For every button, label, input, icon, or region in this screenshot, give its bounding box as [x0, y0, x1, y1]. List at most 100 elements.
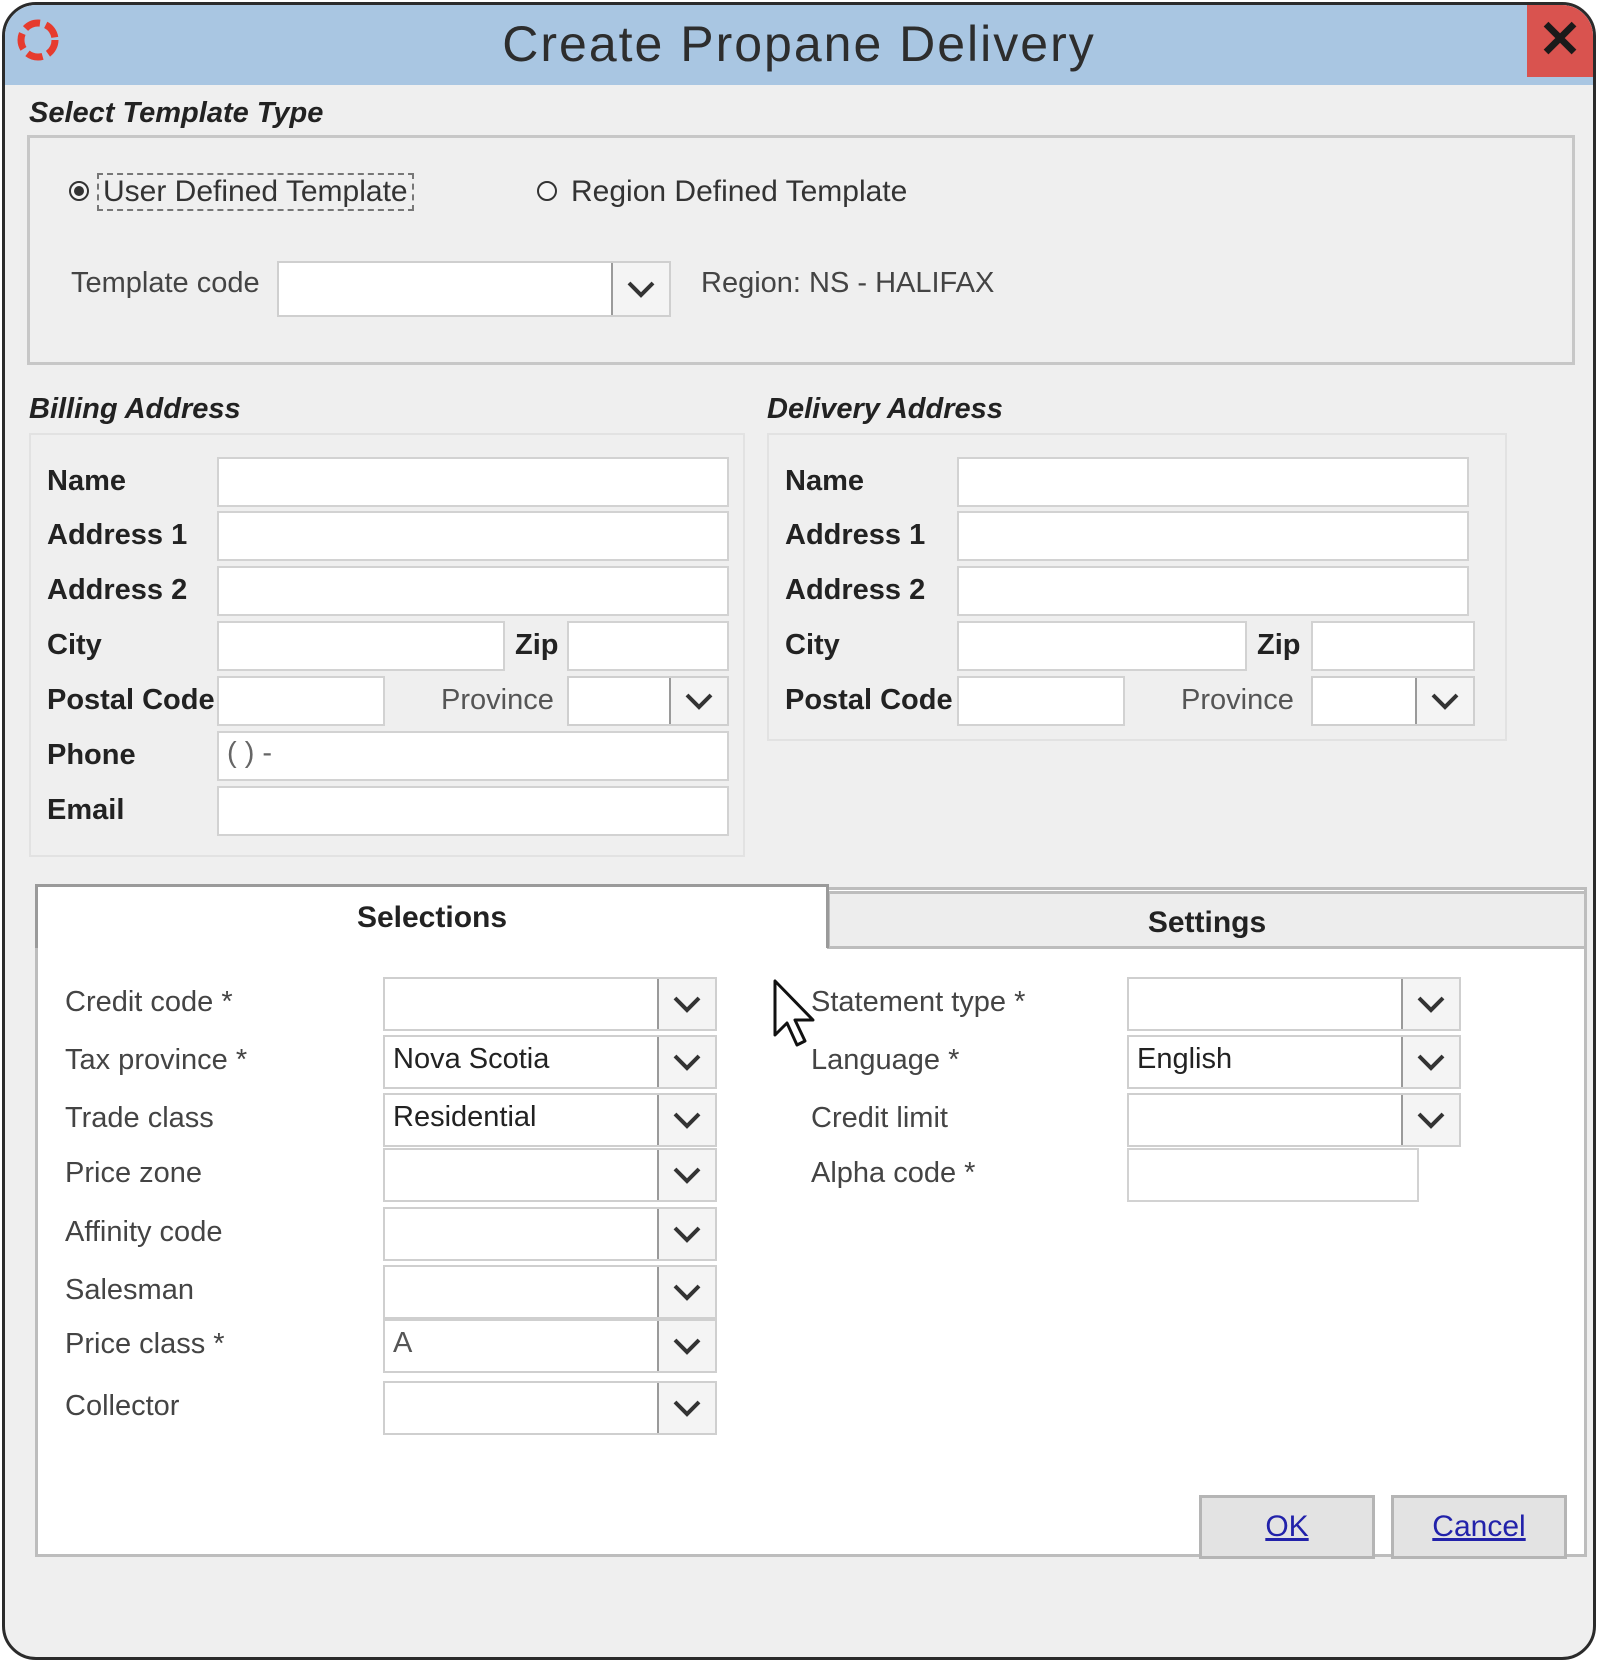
billing-address1-label: Address 1 — [47, 519, 188, 551]
mouse-cursor-icon — [773, 979, 815, 1047]
chevron-down-icon — [1417, 1054, 1445, 1071]
region-defined-radio[interactable] — [537, 181, 557, 201]
chevron-down-icon — [673, 1167, 701, 1184]
tax-province-label: Tax province * — [65, 1044, 248, 1076]
template-type-title: Select Template Type — [29, 97, 324, 129]
trade-class-dropdown[interactable]: Residential — [383, 1093, 717, 1147]
affinity-code-dropdown[interactable] — [383, 1207, 717, 1261]
region-defined-label[interactable]: Region Defined Template — [571, 175, 907, 209]
tax-province-dropdown-button[interactable] — [657, 1037, 715, 1087]
delivery-zip-label: Zip — [1257, 629, 1301, 661]
credit-code-dropdown[interactable] — [383, 977, 717, 1031]
delivery-postal-label: Postal Code — [785, 684, 953, 716]
billing-province-label: Province — [441, 684, 554, 716]
template-code-dropdown-button[interactable] — [611, 263, 669, 315]
window-title: Create Propane Delivery — [502, 16, 1096, 72]
chevron-down-icon — [1417, 1112, 1445, 1129]
tab-selections[interactable]: Selections — [35, 884, 829, 948]
credit-code-label: Credit code * — [65, 986, 233, 1018]
billing-zip-input[interactable] — [567, 621, 729, 671]
billing-name-label: Name — [47, 465, 126, 497]
delivery-city-input[interactable] — [957, 621, 1247, 671]
tab-settings[interactable]: Settings — [827, 891, 1587, 949]
collector-dropdown-button[interactable] — [657, 1383, 715, 1433]
delivery-province-label: Province — [1181, 684, 1294, 716]
user-defined-radio[interactable] — [69, 181, 89, 201]
statement-type-label: Statement type * — [811, 986, 1026, 1018]
alpha-code-label: Alpha code * — [811, 1157, 976, 1189]
delivery-address2-label: Address 2 — [785, 574, 926, 606]
user-defined-label[interactable]: User Defined Template — [97, 173, 414, 211]
trade-class-dropdown-button[interactable] — [657, 1095, 715, 1145]
chevron-down-icon — [1431, 693, 1459, 710]
billing-postal-label: Postal Code — [47, 684, 215, 716]
delivery-address2-input[interactable] — [957, 566, 1469, 616]
delivery-address-title: Delivery Address — [767, 393, 1003, 425]
chevron-down-icon — [673, 1338, 701, 1355]
price-zone-dropdown-button[interactable] — [657, 1150, 715, 1200]
credit-limit-dropdown[interactable] — [1127, 1093, 1461, 1147]
delivery-province-dropdown-button[interactable] — [1415, 678, 1473, 724]
price-class-label: Price class * — [65, 1328, 225, 1360]
billing-name-input[interactable] — [217, 457, 729, 507]
salesman-dropdown[interactable] — [383, 1265, 717, 1319]
delivery-postal-input[interactable] — [957, 676, 1125, 726]
billing-province-dropdown[interactable] — [567, 676, 729, 726]
template-code-label: Template code — [71, 267, 260, 299]
credit-limit-dropdown-button[interactable] — [1401, 1095, 1459, 1145]
chevron-down-icon — [673, 1054, 701, 1071]
statement-type-dropdown[interactable] — [1127, 977, 1461, 1031]
language-value: English — [1137, 1043, 1233, 1075]
billing-city-label: City — [47, 629, 102, 661]
affinity-code-dropdown-button[interactable] — [657, 1209, 715, 1259]
close-icon: ✕ — [1538, 11, 1582, 69]
chevron-down-icon — [1417, 996, 1445, 1013]
language-dropdown-button[interactable] — [1401, 1037, 1459, 1087]
salesman-dropdown-button[interactable] — [657, 1267, 715, 1317]
alpha-code-input[interactable] — [1127, 1148, 1419, 1202]
close-button[interactable]: ✕ — [1527, 5, 1593, 77]
price-zone-dropdown[interactable] — [383, 1148, 717, 1202]
billing-address2-label: Address 2 — [47, 574, 188, 606]
trade-class-label: Trade class — [65, 1102, 214, 1134]
billing-province-dropdown-button[interactable] — [669, 678, 727, 724]
billing-email-label: Email — [47, 794, 125, 826]
price-class-dropdown[interactable]: A — [383, 1319, 717, 1373]
billing-address2-input[interactable] — [217, 566, 729, 616]
chevron-down-icon — [673, 996, 701, 1013]
trade-class-value: Residential — [393, 1101, 537, 1133]
language-dropdown[interactable]: English — [1127, 1035, 1461, 1089]
tax-province-value: Nova Scotia — [393, 1043, 550, 1075]
billing-address1-input[interactable] — [217, 511, 729, 561]
tax-province-dropdown[interactable]: Nova Scotia — [383, 1035, 717, 1089]
template-code-dropdown[interactable] — [277, 261, 671, 317]
title-bar: Create Propane Delivery ✕ — [5, 5, 1593, 85]
billing-phone-input[interactable]: ( ) - — [217, 731, 729, 781]
cancel-button[interactable]: Cancel — [1391, 1495, 1567, 1559]
billing-zip-label: Zip — [515, 629, 559, 661]
dialog-window: Create Propane Delivery ✕ Select Templat… — [2, 2, 1596, 1660]
credit-limit-label: Credit limit — [811, 1102, 948, 1134]
billing-email-input[interactable] — [217, 786, 729, 836]
billing-address-title: Billing Address — [29, 393, 241, 425]
price-class-dropdown-button[interactable] — [657, 1321, 715, 1371]
billing-postal-input[interactable] — [217, 676, 385, 726]
collector-dropdown[interactable] — [383, 1381, 717, 1435]
region-text: Region: NS - HALIFAX — [701, 267, 995, 299]
delivery-name-input[interactable] — [957, 457, 1469, 507]
delivery-zip-input[interactable] — [1311, 621, 1475, 671]
billing-phone-label: Phone — [47, 739, 136, 771]
chevron-down-icon — [673, 1226, 701, 1243]
delivery-address1-input[interactable] — [957, 511, 1469, 561]
salesman-label: Salesman — [65, 1274, 194, 1306]
price-class-value: A — [393, 1327, 413, 1359]
chevron-down-icon — [673, 1400, 701, 1417]
chevron-down-icon — [673, 1284, 701, 1301]
ok-button[interactable]: OK — [1199, 1495, 1375, 1559]
credit-code-dropdown-button[interactable] — [657, 979, 715, 1029]
billing-city-input[interactable] — [217, 621, 505, 671]
delivery-province-dropdown[interactable] — [1311, 676, 1475, 726]
statement-type-dropdown-button[interactable] — [1401, 979, 1459, 1029]
chevron-down-icon — [685, 693, 713, 710]
chevron-down-icon — [627, 281, 655, 298]
